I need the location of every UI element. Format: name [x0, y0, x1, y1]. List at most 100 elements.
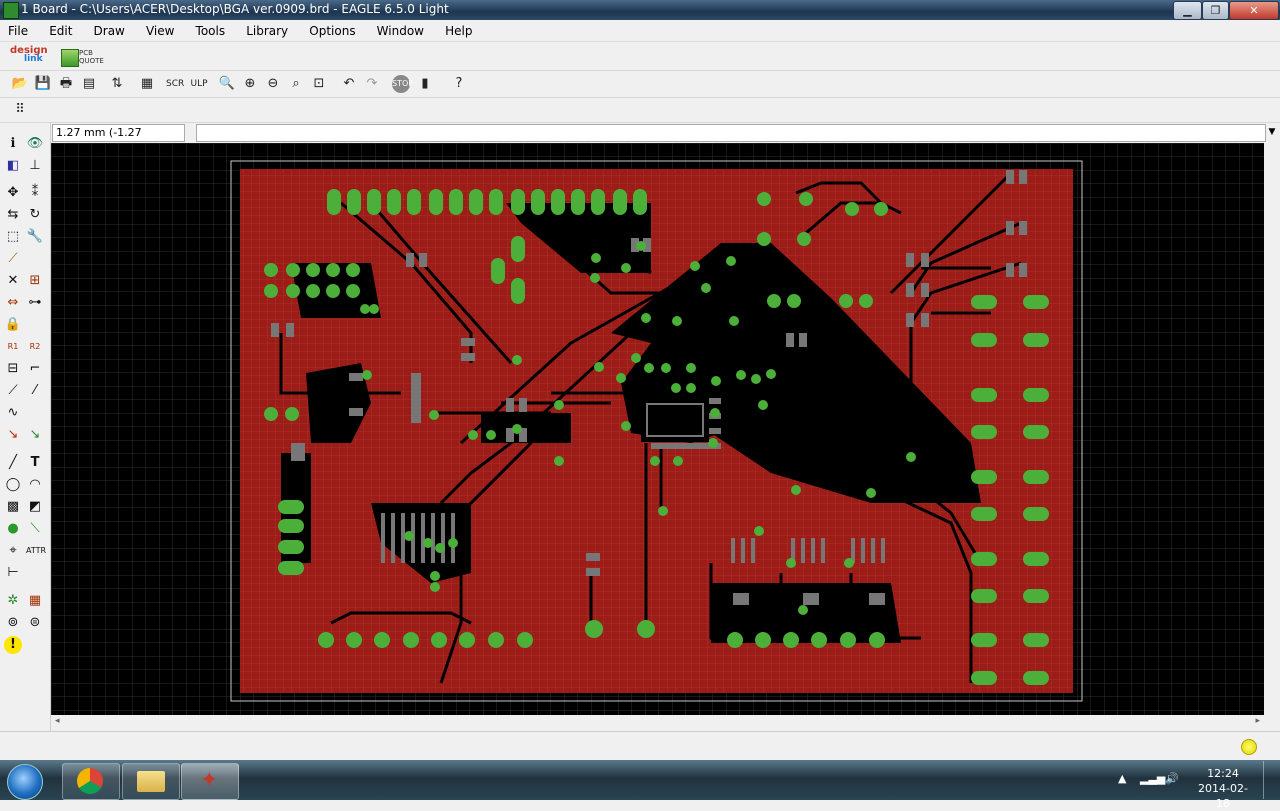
- dimension-icon[interactable]: ⊢: [4, 564, 22, 582]
- taskbar-explorer[interactable]: [122, 763, 180, 800]
- menu-options[interactable]: Options: [301, 21, 363, 38]
- lock-icon[interactable]: 🔒: [4, 316, 22, 334]
- tray-expand-icon[interactable]: ▲: [1118, 772, 1126, 785]
- zoom-redraw-icon[interactable]: ⌕: [287, 75, 305, 93]
- smash-icon[interactable]: ⊟: [4, 360, 22, 378]
- arc-icon[interactable]: ◠: [26, 476, 44, 494]
- info-icon[interactable]: ℹ: [4, 135, 22, 153]
- menu-draw[interactable]: Draw: [86, 21, 133, 38]
- command-history-dropdown[interactable]: ▼: [1265, 124, 1279, 140]
- route-icon[interactable]: ↘: [4, 426, 22, 444]
- change-icon[interactable]: 🔧: [26, 228, 44, 246]
- attribute-icon[interactable]: ATTR: [26, 542, 46, 560]
- delete-icon[interactable]: ✕: [4, 272, 22, 290]
- vertical-scrollbar[interactable]: [1265, 143, 1280, 715]
- start-button[interactable]: [7, 764, 43, 800]
- taskbar-clock[interactable]: 12:24 2014-02-18: [1192, 766, 1254, 811]
- add-icon[interactable]: ⊞: [26, 272, 44, 290]
- window-title: 1 Board - C:\Users\ACER\Desktop\BGA ver.…: [21, 2, 449, 16]
- text-icon[interactable]: T: [26, 454, 44, 472]
- polygon-icon[interactable]: ◩: [26, 498, 44, 516]
- menu-view[interactable]: View: [138, 21, 182, 38]
- menu-file[interactable]: File: [0, 21, 36, 38]
- ulp-icon[interactable]: ULP: [190, 75, 208, 93]
- ripup-icon[interactable]: ↘: [26, 426, 44, 444]
- stop-icon[interactable]: STOP: [392, 75, 413, 93]
- go-icon[interactable]: ▮: [416, 75, 434, 93]
- autorouter-icon[interactable]: ▦: [26, 592, 44, 610]
- show-desktop-button[interactable]: [1263, 761, 1280, 799]
- save-icon[interactable]: 💾: [34, 75, 52, 93]
- status-indicator-icon[interactable]: [1241, 739, 1257, 755]
- zoom-in-icon[interactable]: ⊕: [241, 75, 259, 93]
- meander-icon[interactable]: ∿: [4, 404, 22, 422]
- library-icon[interactable]: ▦: [138, 75, 156, 93]
- zoom-select-icon[interactable]: ⊡: [310, 75, 328, 93]
- minimize-button[interactable]: ▁: [1173, 1, 1202, 20]
- menu-tools[interactable]: Tools: [188, 21, 234, 38]
- optimize-icon[interactable]: ⁄: [26, 382, 44, 400]
- open-icon[interactable]: 📂: [11, 75, 29, 93]
- warning-icon[interactable]: !: [4, 636, 22, 654]
- print-icon[interactable]: 🖶: [57, 75, 75, 93]
- zoom-fit-icon[interactable]: 🔍: [218, 75, 236, 93]
- title-bar: 1 Board - C:\Users\ACER\Desktop\BGA ver.…: [0, 0, 1280, 20]
- errors-icon[interactable]: ⊜: [26, 614, 44, 632]
- miter-icon[interactable]: ⌐: [26, 360, 44, 378]
- volume-icon[interactable]: 🔊: [1165, 772, 1179, 785]
- maximize-button[interactable]: ❐: [1202, 1, 1229, 20]
- horizontal-scrollbar[interactable]: ◂ ▸: [51, 715, 1264, 730]
- cam-icon[interactable]: ▤: [80, 75, 98, 93]
- move-icon[interactable]: ✥: [4, 184, 22, 202]
- taskbar-chrome[interactable]: [62, 763, 120, 800]
- zoom-out-icon[interactable]: ⊖: [264, 75, 282, 93]
- designlink-button[interactable]: design link: [10, 46, 48, 64]
- name-icon[interactable]: R1: [4, 338, 22, 356]
- taskbar-eagle[interactable]: ✦: [181, 763, 239, 800]
- menu-library[interactable]: Library: [238, 21, 296, 38]
- mark-icon[interactable]: ⊥: [26, 157, 44, 175]
- close-button[interactable]: ✕: [1229, 1, 1279, 20]
- redo-icon[interactable]: ↷: [363, 75, 381, 93]
- rect-icon[interactable]: ▩: [4, 498, 22, 516]
- network-icon[interactable]: ▂▃▅: [1140, 772, 1165, 785]
- grid-icon[interactable]: ⠿: [11, 101, 29, 119]
- copy-icon[interactable]: ⁑: [26, 184, 44, 202]
- wire-icon[interactable]: ╱: [4, 454, 22, 472]
- scroll-left-arrow[interactable]: ◂: [55, 716, 60, 726]
- menu-window[interactable]: Window: [369, 21, 432, 38]
- clock-time: 12:24: [1207, 767, 1239, 780]
- help-icon[interactable]: ?: [450, 75, 468, 93]
- drc-icon[interactable]: ⊚: [4, 614, 22, 632]
- ratsnest-icon[interactable]: ✲: [4, 592, 22, 610]
- switch-schematic-icon[interactable]: ⇅: [108, 75, 126, 93]
- undo-icon[interactable]: ↶: [340, 75, 358, 93]
- replace-icon[interactable]: ⊶: [26, 294, 44, 312]
- script-icon[interactable]: SCR: [166, 75, 184, 93]
- eagle-icon: ✦: [200, 768, 219, 793]
- coordinate-display: 1.27 mm (-1.27 100.33): [52, 124, 185, 155]
- pcb-layout: [51, 143, 1264, 715]
- signal-icon[interactable]: ⟍: [26, 520, 44, 538]
- eagle-app-icon: [3, 2, 19, 19]
- hole-icon[interactable]: ⌖: [4, 542, 22, 560]
- command-line-input[interactable]: [196, 124, 1266, 142]
- scroll-right-arrow[interactable]: ▸: [1255, 716, 1260, 726]
- via-icon[interactable]: ●: [4, 520, 22, 538]
- circle-icon[interactable]: ◯: [4, 476, 22, 494]
- extension-toolbar: [0, 42, 1280, 71]
- pinswap-icon[interactable]: ⇔: [4, 294, 22, 312]
- mirror-icon[interactable]: ⇆: [4, 206, 22, 224]
- board-canvas[interactable]: [51, 143, 1264, 715]
- menu-bar: File Edit Draw View Tools Library Option…: [0, 20, 1280, 42]
- show-icon[interactable]: 👁: [26, 135, 44, 153]
- split-icon[interactable]: ⟋: [4, 382, 22, 400]
- menu-help[interactable]: Help: [437, 21, 480, 38]
- display-icon[interactable]: ◧: [4, 157, 22, 175]
- group-icon[interactable]: ⬚: [4, 228, 22, 246]
- value-icon[interactable]: R2: [26, 338, 44, 356]
- pcb-quote-icon[interactable]: [61, 49, 79, 67]
- menu-edit[interactable]: Edit: [41, 21, 80, 38]
- paste-icon[interactable]: ⟋: [4, 250, 22, 268]
- rotate-icon[interactable]: ↻: [26, 206, 44, 224]
